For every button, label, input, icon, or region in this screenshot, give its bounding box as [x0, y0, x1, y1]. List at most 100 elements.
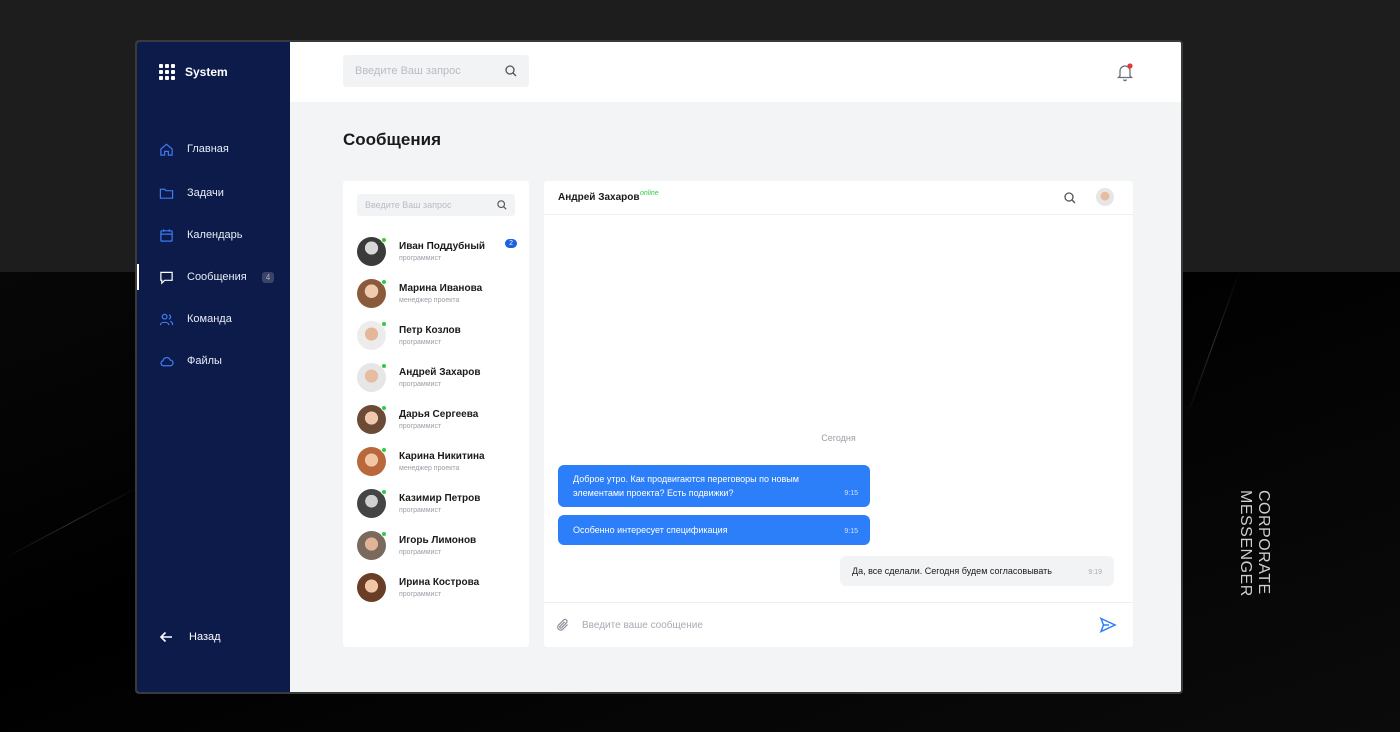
contact-name: Карина Никитина: [399, 450, 485, 462]
avatar[interactable]: [1096, 188, 1114, 206]
online-indicator: [381, 446, 387, 453]
sidebar-item-label: Задачи: [187, 187, 224, 199]
contact-name: Иван Поддубный: [399, 240, 486, 252]
online-indicator: [381, 362, 387, 369]
sidebar-nav: Главная Задачи Календарь Сообщения 4 Ком…: [137, 128, 290, 382]
message-time: 9:15: [844, 490, 858, 497]
notification-dot: [1127, 63, 1133, 69]
online-indicator: [381, 488, 387, 495]
message-bubble: Особенно интересует спецификация 9:15: [558, 515, 870, 545]
back-button[interactable]: Назад: [159, 630, 221, 644]
contact-item[interactable]: Петр Козлов программист: [357, 318, 517, 352]
contact-item[interactable]: Андрей Захаров программист: [357, 360, 517, 394]
contact-item[interactable]: Казимир Петров программист: [357, 486, 517, 520]
send-icon[interactable]: [1099, 616, 1117, 634]
bell-icon[interactable]: [1116, 62, 1134, 82]
paperclip-icon[interactable]: [556, 618, 570, 632]
message-text: Доброе утро. Как продвигаются переговоры…: [573, 474, 799, 498]
sidebar-item-label: Команда: [187, 313, 232, 325]
online-indicator: [381, 236, 387, 243]
contact-name: Игорь Лимонов: [399, 534, 477, 546]
search-icon[interactable]: [505, 65, 517, 77]
global-search-input[interactable]: [355, 65, 505, 77]
sidebar-item-home[interactable]: Главная: [137, 128, 290, 170]
sidebar-item-tasks[interactable]: Задачи: [137, 172, 290, 214]
folder-icon: [159, 188, 174, 199]
contacts-search-input[interactable]: [365, 200, 497, 210]
app-window: System Главная Задачи Календарь Сообщени…: [135, 40, 1183, 694]
avatar: [357, 404, 387, 434]
messages-count-badge: 4: [261, 271, 275, 283]
message-text: Особенно интересует спецификация: [573, 525, 728, 535]
contact-role: программист: [399, 338, 442, 346]
arrow-left-icon: [159, 631, 172, 643]
sidebar-item-calendar[interactable]: Календарь: [137, 214, 290, 256]
contact-name: Петр Козлов: [399, 324, 461, 336]
unread-badge: 2: [505, 239, 517, 248]
chat-contact-name: Андрей Захаров: [558, 192, 640, 203]
message-icon: [160, 271, 173, 285]
online-indicator: [381, 404, 387, 411]
message-text: Да, все сделали. Сегодня будем согласовы…: [852, 566, 1052, 576]
contact-item[interactable]: Марина Иванова менеджер проекта: [357, 276, 517, 310]
chat-header: Андрей Захаров online: [544, 181, 1133, 215]
online-status: online: [640, 190, 659, 197]
avatar: [357, 572, 386, 602]
sidebar-item-label: Главная: [187, 143, 229, 155]
avatar: [357, 488, 387, 518]
avatar: [357, 446, 387, 476]
top-bar: [290, 42, 1181, 102]
contact-role: менеджер проекта: [399, 296, 460, 304]
day-separator: Сегодня: [821, 433, 856, 443]
calendar-icon: [160, 228, 173, 242]
search-icon[interactable]: [1064, 192, 1076, 204]
contact-role: программист: [399, 254, 442, 262]
contact-role: программист: [399, 506, 442, 514]
online-indicator: [381, 320, 387, 327]
page-title: Сообщения: [343, 130, 441, 149]
message-bubble: Да, все сделали. Сегодня будем согласовы…: [840, 556, 1114, 586]
avatar: [357, 236, 387, 266]
contact-role: программист: [399, 548, 442, 556]
sidebar-item-team[interactable]: Команда: [137, 298, 290, 340]
contact-item[interactable]: Карина Никитина менеджер проекта: [357, 444, 517, 478]
grid-logo-icon: [159, 64, 175, 80]
sidebar-item-files[interactable]: Файлы: [137, 340, 290, 382]
avatar: [357, 530, 387, 560]
sidebar-item-messages[interactable]: Сообщения 4: [137, 256, 290, 298]
avatar: [357, 320, 387, 350]
brand-logo[interactable]: System: [159, 64, 228, 80]
cloud-icon: [160, 356, 174, 366]
contact-role: программист: [399, 380, 442, 388]
sidebar-item-label: Файлы: [187, 355, 222, 367]
avatar: [357, 362, 387, 392]
contact-item[interactable]: Ирина Кострова программист: [357, 570, 517, 604]
contact-name: Ирина Кострова: [399, 576, 480, 588]
global-search: [343, 55, 529, 87]
message-input[interactable]: [582, 619, 1099, 631]
contact-name: Казимир Петров: [399, 492, 481, 504]
contact-item[interactable]: Дарья Сергеева программист: [357, 402, 517, 436]
contact-role: менеджер проекта: [399, 464, 460, 472]
sidebar-item-label: Сообщения: [187, 271, 247, 283]
search-icon[interactable]: [497, 200, 507, 210]
side-caption: CORPORATE MESSENGER: [1237, 490, 1272, 597]
contact-item[interactable]: Иван Поддубный программист 2: [357, 234, 517, 268]
chat-panel: Андрей Захаров online Сегодня Доброе утр…: [544, 181, 1133, 647]
contact-item[interactable]: Игорь Лимонов программист: [357, 528, 517, 562]
contact-name: Дарья Сергеева: [399, 408, 479, 420]
message-bubble: Доброе утро. Как продвигаются переговоры…: [558, 465, 870, 507]
online-indicator: [381, 278, 387, 285]
message-composer: [544, 602, 1133, 647]
contact-role: программист: [399, 422, 442, 430]
sidebar: System Главная Задачи Календарь Сообщени…: [137, 42, 290, 692]
contact-name: Марина Иванова: [399, 282, 483, 294]
back-label: Назад: [189, 631, 221, 643]
team-icon: [159, 313, 174, 325]
home-icon: [160, 143, 173, 156]
contacts-search: [357, 194, 515, 216]
contact-name: Андрей Захаров: [399, 366, 481, 378]
contact-role: программист: [399, 590, 442, 598]
avatar: [357, 278, 387, 308]
brand-name: System: [185, 65, 228, 79]
